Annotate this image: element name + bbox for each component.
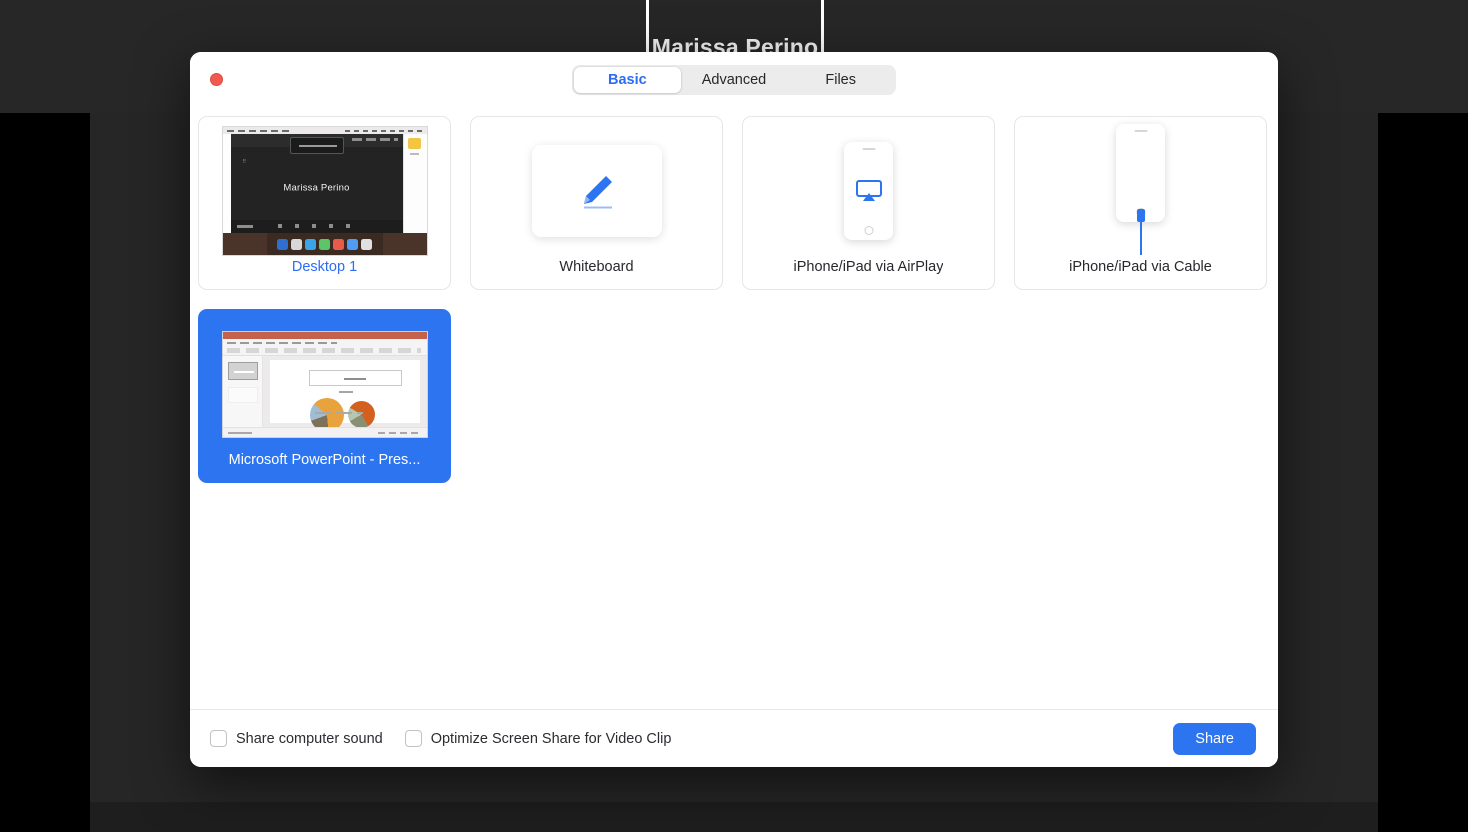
optimize-video-clip-label: Optimize Screen Share for Video Clip bbox=[430, 730, 672, 747]
slide-caption bbox=[314, 411, 363, 414]
pencil-icon bbox=[583, 176, 612, 209]
tab-basic[interactable]: Basic bbox=[574, 67, 681, 93]
dock-icon bbox=[333, 238, 344, 250]
cable-wire bbox=[1139, 222, 1142, 255]
zoom-meeting-window: ⠿ Marissa Perino bbox=[230, 134, 403, 233]
share-screen-dialog: Basic Advanced Files ⠿ Marissa Perino De… bbox=[190, 52, 1278, 767]
meeting-control-bar bbox=[230, 220, 403, 233]
dock-icon bbox=[277, 238, 288, 250]
slide-thumbnail-pane bbox=[222, 355, 263, 427]
share-tile-label: Desktop 1 bbox=[291, 259, 358, 275]
slide-subtitle bbox=[338, 390, 353, 393]
share-tile-label: iPhone/iPad via Cable bbox=[1069, 259, 1212, 275]
share-tile-desktop-1[interactable]: ⠿ Marissa Perino Desktop 1 bbox=[198, 116, 451, 290]
phone-screen-content bbox=[844, 180, 893, 202]
powerpoint-ribbon bbox=[222, 338, 427, 356]
desktop-sidebar-panel bbox=[402, 134, 427, 233]
slide-thumbnail bbox=[227, 386, 258, 403]
backdrop-bottom-band bbox=[90, 802, 1378, 832]
iphone-illustration bbox=[844, 142, 893, 240]
iphone-illustration bbox=[1116, 124, 1165, 222]
dock-icon bbox=[347, 238, 358, 250]
powerpoint-preview bbox=[199, 310, 450, 452]
dialog-body: ⠿ Marissa Perino Desktop 1 Whiteboard iP… bbox=[190, 108, 1278, 709]
letterbox-left bbox=[0, 113, 90, 832]
slide-stage bbox=[262, 355, 427, 432]
share-computer-sound-checkbox[interactable] bbox=[210, 730, 227, 747]
powerpoint-window-thumbnail bbox=[221, 330, 428, 438]
airplay-preview bbox=[743, 117, 994, 259]
slide-thumbnail bbox=[227, 361, 258, 380]
powerpoint-statusbar bbox=[222, 426, 427, 437]
pie-chart-small bbox=[347, 400, 375, 428]
share-computer-sound-option[interactable]: Share computer sound bbox=[210, 730, 383, 747]
current-slide bbox=[269, 359, 420, 432]
dialog-footer: Share computer sound Optimize Screen Sha… bbox=[190, 709, 1278, 767]
meeting-corner-dots: ⠿ bbox=[242, 159, 247, 165]
desktop-screenshot-thumbnail: ⠿ Marissa Perino bbox=[221, 126, 428, 256]
share-tile-label: Microsoft PowerPoint - Pres... bbox=[228, 452, 421, 468]
participant-name-card: Marissa Perino bbox=[646, 0, 824, 58]
tab-bar: Basic Advanced Files bbox=[572, 65, 896, 95]
dock-icon bbox=[291, 238, 302, 250]
dock-icon bbox=[319, 238, 330, 250]
dock-edge-right bbox=[382, 233, 427, 255]
meeting-name-badge bbox=[289, 137, 344, 154]
phone-speaker bbox=[862, 148, 875, 150]
letterbox-right bbox=[1378, 113, 1468, 832]
slide-title-box bbox=[308, 369, 402, 386]
macos-menubar bbox=[222, 127, 427, 134]
share-source-grid: ⠿ Marissa Perino Desktop 1 Whiteboard iP… bbox=[198, 116, 1270, 483]
cable-plug bbox=[1136, 209, 1145, 222]
share-button[interactable]: Share bbox=[1173, 722, 1256, 755]
cable-preview bbox=[1015, 117, 1266, 259]
optimize-video-clip-checkbox[interactable] bbox=[404, 730, 422, 747]
phone-home-button bbox=[864, 226, 873, 235]
tab-files[interactable]: Files bbox=[787, 67, 894, 93]
share-tile-cable[interactable]: iPhone/iPad via Cable bbox=[1014, 116, 1267, 290]
close-icon[interactable] bbox=[210, 73, 223, 86]
meeting-participant-name: Marissa Perino bbox=[283, 182, 350, 194]
airplay-icon bbox=[855, 180, 882, 201]
whiteboard-preview bbox=[471, 117, 722, 259]
macos-dock bbox=[222, 233, 427, 255]
lightning-cable-icon bbox=[1136, 209, 1145, 255]
share-tile-label: Whiteboard bbox=[559, 259, 634, 275]
dialog-titlebar: Basic Advanced Files bbox=[190, 52, 1278, 108]
dock-icon bbox=[305, 238, 316, 250]
share-computer-sound-label: Share computer sound bbox=[236, 730, 383, 747]
whiteboard-card bbox=[531, 145, 662, 237]
powerpoint-titlebar bbox=[222, 331, 427, 339]
meeting-toolbar bbox=[230, 134, 403, 154]
phone-speaker bbox=[1134, 130, 1147, 132]
desktop-preview: ⠿ Marissa Perino bbox=[199, 117, 450, 259]
meeting-view-controls bbox=[351, 138, 398, 141]
dock-icon bbox=[361, 238, 372, 250]
share-tile-whiteboard[interactable]: Whiteboard bbox=[470, 116, 723, 290]
optimize-video-clip-option[interactable]: Optimize Screen Share for Video Clip bbox=[404, 730, 672, 747]
share-tile-airplay[interactable]: iPhone/iPad via AirPlay bbox=[742, 116, 995, 290]
dock-edge-left bbox=[222, 233, 267, 255]
tab-advanced[interactable]: Advanced bbox=[681, 67, 788, 93]
share-tile-label: iPhone/iPad via AirPlay bbox=[793, 259, 944, 275]
share-tile-powerpoint[interactable]: Microsoft PowerPoint - Pres... bbox=[198, 309, 451, 483]
